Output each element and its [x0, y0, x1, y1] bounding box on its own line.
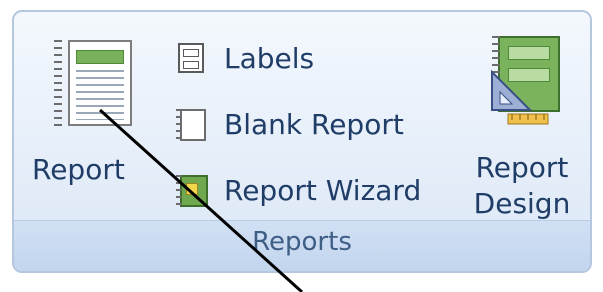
report-design-label-line2: Design — [473, 187, 571, 220]
labels-button[interactable]: Labels — [176, 38, 314, 78]
blank-report-label: Blank Report — [224, 107, 404, 141]
report-button[interactable]: Report — [32, 34, 152, 194]
report-wizard-icon — [176, 175, 208, 207]
report-wizard-button[interactable]: Report Wizard — [176, 170, 421, 210]
report-icon — [54, 40, 132, 126]
report-design-label-line1: Report — [475, 151, 569, 184]
labels-icon — [176, 43, 206, 73]
labels-label: Labels — [224, 41, 315, 75]
ribbon-group-reports: Report Labels Blank Report Report Wizard — [12, 10, 592, 273]
blank-report-icon — [176, 109, 206, 141]
report-design-icon — [490, 32, 570, 130]
report-design-button[interactable]: Report Design — [462, 32, 582, 222]
report-button-label: Report — [32, 153, 125, 186]
report-wizard-label: Report Wizard — [224, 173, 422, 207]
group-label: Reports — [252, 227, 352, 257]
blank-report-button[interactable]: Blank Report — [176, 104, 404, 144]
